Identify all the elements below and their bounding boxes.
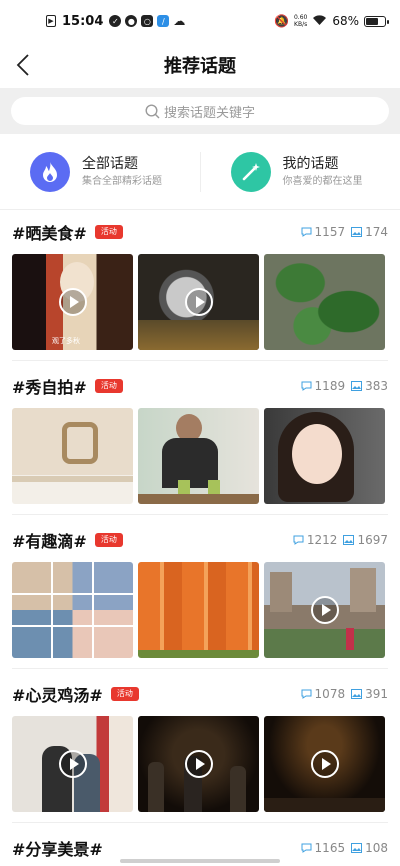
video-thumbnail[interactable] [12,716,133,812]
entry-subtitle: 集合全部精彩话题 [82,175,162,187]
activity-badge: 活动 [94,225,123,239]
entry-title: 全部话题 [82,155,138,172]
topic-card[interactable]: #晒美食# 活动 1157 174 观了多秋 [0,210,400,361]
image-icon [351,843,363,853]
comment-count: 1165 [314,841,346,855]
chevron-left-icon [16,54,29,76]
entry-all-topics[interactable]: 全部话题 集合全部精彩话题 [0,134,200,209]
activity-badge: 活动 [94,533,123,547]
no-disturb-icon: 🔕 [274,14,289,28]
app-notification-icon: ○ [141,15,154,27]
status-bar: ▶ 15:04 ✓ ● ○ ∕ ☁ 🔕 0.60 KB/s 68% [0,0,400,42]
comment-count: 1157 [314,225,346,239]
image-thumbnail[interactable] [138,408,259,504]
comment-count: 1078 [314,687,346,701]
image-icon [351,227,363,237]
topic-name[interactable]: #晒美食# [12,220,87,244]
topic-name[interactable]: #心灵鸡汤# [12,682,103,706]
comment-count: 1212 [306,533,338,547]
image-thumbnail[interactable] [12,408,133,504]
image-thumbnail[interactable] [264,408,385,504]
search-placeholder: 搜索话题关键字 [163,105,255,121]
topic-card[interactable]: #心灵鸡汤# 活动 1078 391 [0,672,400,823]
nav-bar: 推荐话题 [0,42,400,88]
video-thumbnail[interactable]: 观了多秋 [12,254,133,350]
search-bar: 搜索话题关键字 [0,88,400,134]
comment-icon [293,535,304,545]
topic-name[interactable]: #秀自拍# [12,374,87,398]
image-count: 108 [365,841,388,855]
image-count: 1697 [357,533,388,547]
image-icon [351,381,363,391]
image-count: 174 [365,225,388,239]
play-icon [184,288,213,316]
topic-name[interactable]: #分享美景# [12,836,103,860]
screenshot-icon: ▶ [46,15,56,27]
image-thumbnail[interactable] [138,562,259,658]
comment-icon [301,227,312,237]
topic-name[interactable]: #有趣滴# [12,528,87,552]
play-icon [310,596,339,624]
network-speed: 0.60 KB/s [293,14,308,28]
play-icon [58,750,87,778]
home-indicator[interactable] [120,859,280,863]
play-icon [184,750,213,778]
play-icon [310,750,339,778]
entry-my-topics[interactable]: 我的话题 你喜爱的都在这里 [201,134,400,209]
activity-badge: 活动 [110,687,139,701]
comment-count: 1189 [314,379,346,393]
battery-icon [364,15,389,27]
video-thumbnail[interactable] [138,254,259,350]
app-notification-icon: ∕ [157,15,170,27]
divider [12,514,388,515]
video-thumbnail[interactable] [264,562,385,658]
entry-title: 我的话题 [282,155,339,172]
image-icon [343,535,355,545]
video-thumbnail[interactable] [264,716,385,812]
comment-icon [301,689,312,699]
wifi-icon [312,14,327,29]
play-icon [58,288,87,316]
image-count: 383 [365,379,388,393]
page-title: 推荐话题 [164,56,236,77]
topic-entries: 全部话题 集合全部精彩话题 我的话题 你喜爱的都在这里 [0,134,400,210]
divider [12,668,388,669]
app-notification-icon: ● [125,15,138,27]
battery-percent: 68% [332,14,359,28]
search-icon [145,103,160,118]
video-thumbnail[interactable] [138,716,259,812]
magic-wand-icon [230,151,271,192]
flame-icon [30,151,70,192]
comment-icon [301,843,312,853]
image-thumbnail[interactable] [12,562,133,658]
search-input[interactable]: 搜索话题关键字 [11,97,389,125]
thumbnail-caption: 观了多秋 [52,337,80,345]
cloud-icon: ☁ [173,14,186,28]
image-count: 391 [365,687,388,701]
topic-card[interactable]: #有趣滴# 活动 1212 1697 [0,518,400,669]
comment-icon [301,381,312,391]
activity-badge: 活动 [94,379,123,393]
image-thumbnail[interactable] [264,254,385,350]
image-icon [351,689,363,699]
divider [12,360,388,361]
app-notification-icon: ✓ [109,15,122,27]
divider [12,822,388,823]
back-button[interactable] [6,48,40,82]
topic-card[interactable]: #秀自拍# 活动 1189 383 [0,364,400,515]
entry-subtitle: 你喜爱的都在这里 [282,175,363,187]
clock: 15:04 [62,13,104,29]
